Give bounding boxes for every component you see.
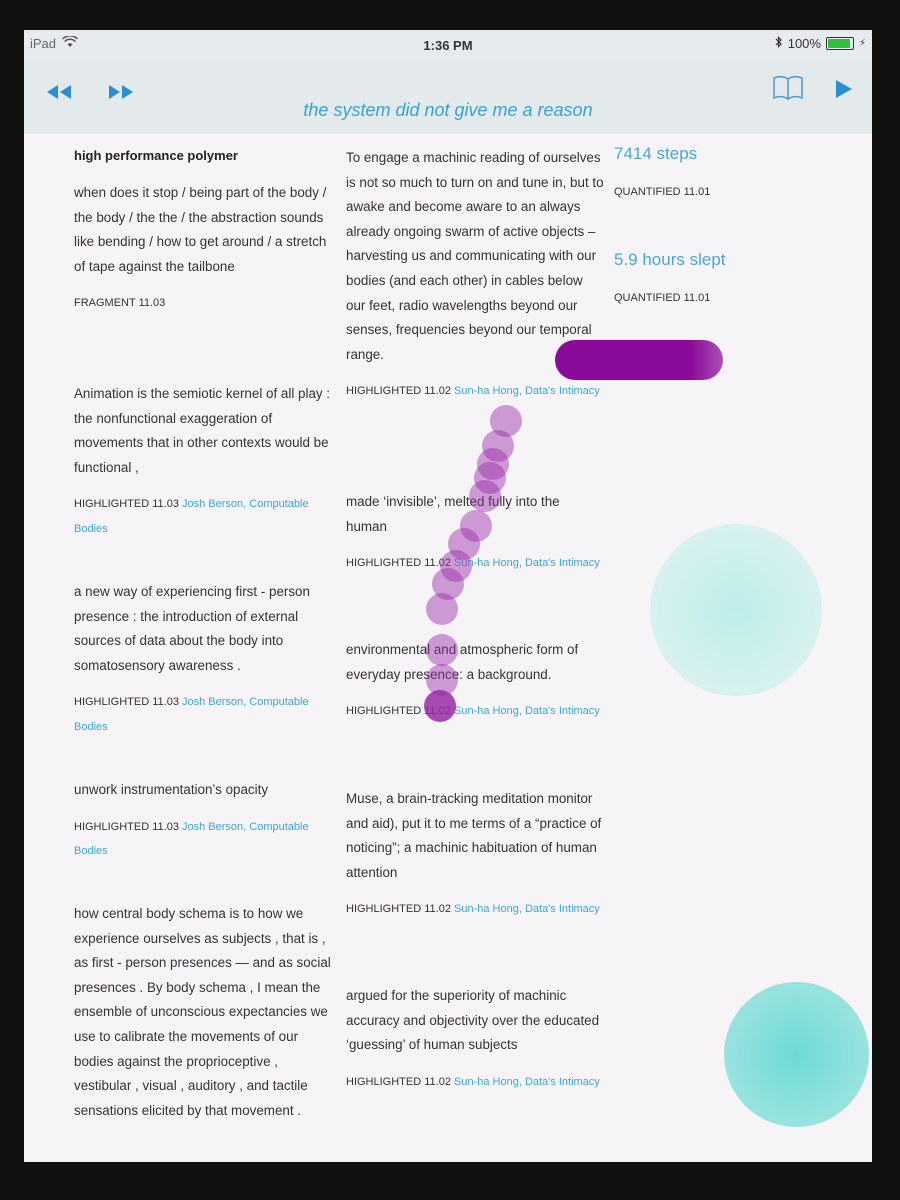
source-link[interactable]: Sun-ha Hong, Data's Intimacy xyxy=(454,1076,600,1088)
play-button[interactable] xyxy=(834,78,854,107)
play-icon xyxy=(834,80,854,105)
stat-meta: QUANTIFIED 11.01 xyxy=(614,186,711,198)
battery-fill xyxy=(827,39,850,48)
item-text: Animation is the semiotic kernel of all … xyxy=(74,386,331,475)
teal-circle-decoration xyxy=(650,524,822,696)
list-item[interactable]: Animation is the semiotic kernel of all … xyxy=(74,382,336,542)
list-item[interactable]: a new way of experiencing first - person… xyxy=(74,580,336,740)
item-title: high performance polymer xyxy=(74,148,238,163)
item-meta: FRAGMENT 11.03 xyxy=(74,291,336,316)
meta-label: HIGHLIGHTED 11.03 xyxy=(74,498,179,511)
book-icon xyxy=(772,75,804,107)
stat-meta: QUANTIFIED 11.01 xyxy=(614,292,711,304)
page-title: the system did not give me a reason xyxy=(303,100,593,120)
item-text: unwork instrumentation’s opacity xyxy=(74,782,269,797)
source-link[interactable]: Sun-ha Hong, Data's Intimacy xyxy=(454,903,600,915)
source-link[interactable]: Sun-ha Hong, Data's Intimacy xyxy=(454,385,600,397)
teal-circle-decoration-2 xyxy=(724,982,869,1127)
item-text: environmental and atmospheric form of ev… xyxy=(346,642,579,682)
navigation-bar: the system did not give me a reason xyxy=(24,60,872,134)
item-text: argued for the superiority of machinic a… xyxy=(346,988,600,1053)
item-meta: HIGHLIGHTED 11.02 Sun-ha Hong, Data's In… xyxy=(346,1070,604,1095)
item-meta: HIGHLIGHTED 11.03 Josh Berson, Computabl… xyxy=(74,492,336,541)
purple-dot xyxy=(424,690,456,722)
meta-label: FRAGMENT 11.03 xyxy=(74,297,166,310)
meta-label: HIGHLIGHTED 11.02 xyxy=(346,903,451,916)
item-text: Muse, a brain-tracking meditation monito… xyxy=(346,791,602,880)
item-meta: HIGHLIGHTED 11.02 Sun-ha Hong, Data's In… xyxy=(346,897,604,922)
item-meta: HIGHLIGHTED 11.03 Josh Berson, Computabl… xyxy=(74,690,336,739)
item-text: a new way of experiencing first - person… xyxy=(74,584,310,673)
charging-icon: ⚡ xyxy=(858,38,866,49)
item-text: when does it stop / being part of the bo… xyxy=(74,185,327,274)
item-meta: HIGHLIGHTED 11.03 Josh Berson, Computabl… xyxy=(74,815,336,864)
purple-dot xyxy=(426,634,458,666)
list-item[interactable]: unwork instrumentation’s opacity HIGHLIG… xyxy=(74,778,336,864)
content-area: high performance polymer when does it st… xyxy=(24,134,872,1162)
meta-label: HIGHLIGHTED 11.02 xyxy=(346,385,451,398)
status-bar: iPad 1:36 PM 100% ⚡ xyxy=(24,30,872,60)
status-right: 100% ⚡ xyxy=(775,36,866,51)
book-button[interactable] xyxy=(772,74,804,109)
meta-label: HIGHLIGHTED 11.03 xyxy=(74,820,179,833)
item-text: how central body schema is to how we exp… xyxy=(74,906,331,1118)
battery-percent: 100% xyxy=(787,36,821,51)
meta-label: HIGHLIGHTED 11.02 xyxy=(346,557,451,570)
purple-dot xyxy=(426,593,458,625)
list-item[interactable]: Muse, a brain-tracking meditation monito… xyxy=(346,787,604,922)
list-item[interactable]: high performance polymer when does it st… xyxy=(74,148,336,316)
item-meta: HIGHLIGHTED 11.02 Sun-ha Hong, Data's In… xyxy=(346,699,604,724)
list-item[interactable]: how central body schema is to how we exp… xyxy=(74,902,336,1123)
source-link[interactable]: Sun-ha Hong, Data's Intimacy xyxy=(454,557,600,569)
meta-label: HIGHLIGHTED 11.02 xyxy=(346,1075,451,1088)
stat-item[interactable]: 7414 steps QUANTIFIED 11.01 xyxy=(614,144,814,198)
source-link[interactable]: Sun-ha Hong, Data's Intimacy xyxy=(454,705,600,717)
item-meta: HIGHLIGHTED 11.02 Sun-ha Hong, Data's In… xyxy=(346,379,604,404)
purple-dot xyxy=(469,480,501,512)
meta-label: HIGHLIGHTED 11.03 xyxy=(74,696,179,709)
bluetooth-icon xyxy=(775,36,783,51)
item-text: To engage a machinic reading of ourselve… xyxy=(346,150,604,362)
status-time: 1:36 PM xyxy=(423,38,473,53)
sleep-value: 5.9 hours slept xyxy=(614,250,726,269)
battery-icon xyxy=(825,37,854,50)
list-item[interactable]: argued for the superiority of machinic a… xyxy=(346,984,604,1094)
stat-item[interactable]: 5.9 hours slept QUANTIFIED 11.01 xyxy=(614,250,814,304)
purple-marker-bar xyxy=(555,340,723,380)
list-item[interactable]: environmental and atmospheric form of ev… xyxy=(346,638,604,724)
steps-value: 7414 steps xyxy=(614,144,698,163)
ipad-screen: iPad 1:36 PM 100% ⚡ the system did not g… xyxy=(24,30,872,1162)
